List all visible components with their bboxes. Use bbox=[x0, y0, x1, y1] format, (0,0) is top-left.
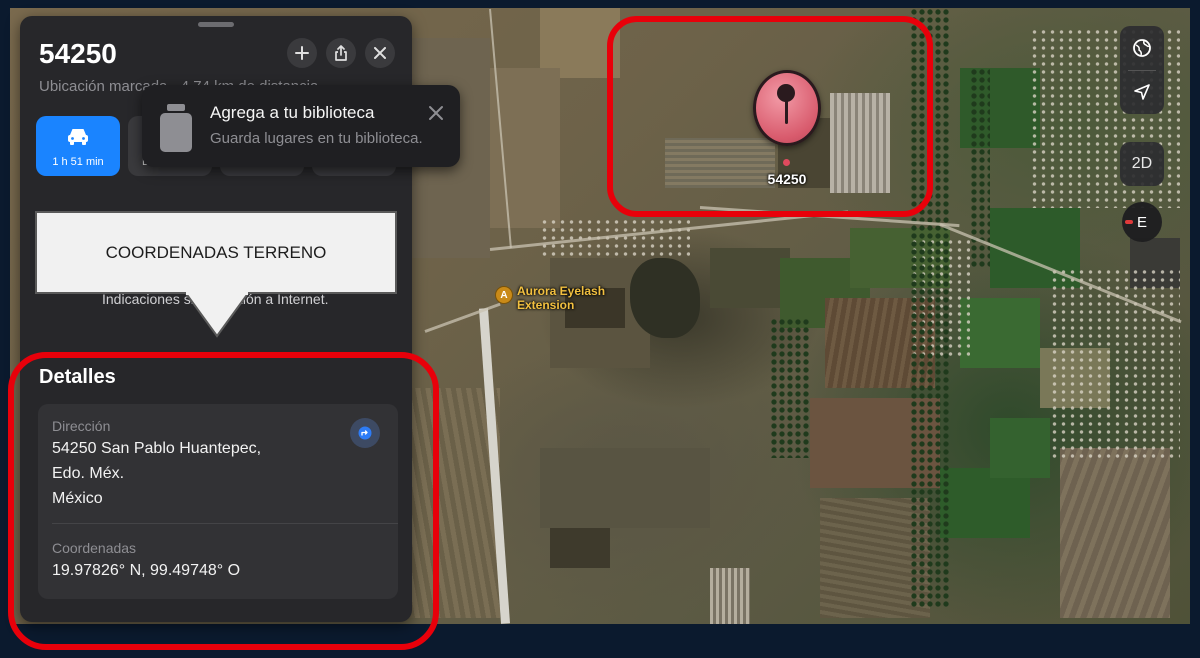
poi-name: Aurora Eyelash Extension bbox=[517, 284, 605, 312]
globe-button[interactable] bbox=[1120, 26, 1164, 70]
2d-toggle-button[interactable]: 2D bbox=[1120, 142, 1164, 186]
compass-needle-icon bbox=[1125, 220, 1133, 224]
map-field bbox=[1060, 448, 1170, 618]
screenshot-stage: A Aurora Eyelash Extension 54250 2D E 54… bbox=[0, 0, 1200, 658]
compass-button[interactable]: E bbox=[1122, 202, 1162, 242]
map-field bbox=[710, 568, 750, 624]
share-icon bbox=[335, 45, 347, 61]
map-field bbox=[550, 528, 610, 568]
map-trees bbox=[770, 318, 810, 458]
annotation-callout: COORDENADAS TERRENO bbox=[35, 211, 397, 294]
toast-subtitle: Guarda lugares en tu biblioteca. bbox=[210, 130, 423, 147]
library-toast[interactable]: Agrega a tu biblioteca Guarda lugares en… bbox=[142, 85, 460, 167]
add-button[interactable] bbox=[287, 38, 317, 68]
place-title: 54250 bbox=[39, 38, 117, 69]
poi-name-line2: Extension bbox=[517, 298, 575, 312]
map-field bbox=[960, 298, 1040, 368]
map-field bbox=[630, 258, 700, 338]
map-field bbox=[940, 468, 1030, 538]
plus-icon bbox=[295, 46, 309, 60]
location-arrow-icon bbox=[1134, 84, 1150, 100]
map-controls-group bbox=[1120, 26, 1164, 114]
current-location-button[interactable] bbox=[1120, 70, 1164, 114]
close-icon bbox=[374, 47, 386, 59]
map-village bbox=[540, 218, 690, 258]
sheet-grabber[interactable] bbox=[198, 22, 234, 27]
close-sheet-button[interactable] bbox=[365, 38, 395, 68]
annotation-ring-pin bbox=[607, 16, 933, 217]
map-field bbox=[540, 448, 710, 528]
map-poi[interactable]: A Aurora Eyelash Extension bbox=[495, 284, 605, 312]
car-icon bbox=[68, 129, 88, 145]
drive-directions-button[interactable]: 1 h 51 min bbox=[36, 116, 120, 176]
toast-close-button[interactable] bbox=[426, 103, 446, 123]
close-icon bbox=[429, 106, 443, 120]
share-button[interactable] bbox=[326, 38, 356, 68]
callout-arrow bbox=[183, 292, 251, 338]
drive-time: 1 h 51 min bbox=[52, 156, 104, 168]
compass-letter: E bbox=[1136, 213, 1147, 231]
library-icon bbox=[160, 104, 192, 152]
globe-icon bbox=[1133, 39, 1151, 57]
beauty-salon-icon: A bbox=[495, 286, 513, 304]
map-field bbox=[710, 248, 790, 308]
poi-name-line1: Aurora Eyelash bbox=[517, 284, 606, 298]
toast-title: Agrega a tu biblioteca bbox=[210, 103, 375, 122]
annotation-ring-details bbox=[8, 352, 439, 650]
map-field bbox=[990, 418, 1050, 478]
